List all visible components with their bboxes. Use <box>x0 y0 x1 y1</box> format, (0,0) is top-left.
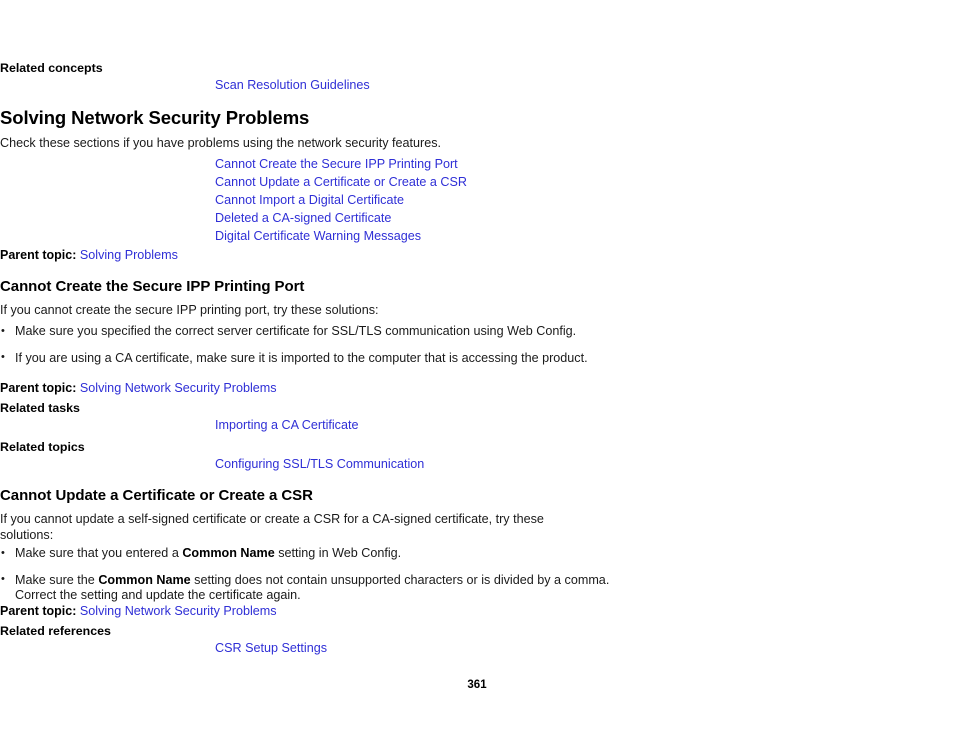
link-cannot-update-certificate-or-create-csr[interactable]: Cannot Update a Certificate or Create a … <box>215 173 467 191</box>
section-ipp-related-tasks: Related tasks Importing a CA Certificate <box>0 401 359 434</box>
page-title: Solving Network Security Problems <box>0 107 310 128</box>
section-csr-bullet-list: Make sure that you entered a Common Name… <box>0 546 615 604</box>
section-ipp-intro-wrap: If you cannot create the secure IPP prin… <box>0 303 379 319</box>
bullet-text-before: Make sure the <box>15 572 99 587</box>
related-references-heading: Related references <box>0 624 111 638</box>
section-csr-intro-wrap: If you cannot update a self-signed certi… <box>0 512 585 543</box>
section-main-link-list: Cannot Create the Secure IPP Printing Po… <box>0 155 467 245</box>
section-ipp-related-topics: Related topics Configuring SSL/TLS Commu… <box>0 440 424 473</box>
related-tasks-heading: Related tasks <box>0 401 80 415</box>
related-concepts-heading: Related concepts <box>0 61 103 75</box>
section-main-parent-topic-wrap: Parent topic: Solving Problems <box>0 247 178 263</box>
link-solving-network-security-problems[interactable]: Solving Network Security Problems <box>80 381 277 395</box>
section-ipp-bullet-list: Make sure you specified the correct serv… <box>0 324 588 366</box>
parent-topic-ipp: Parent topic: Solving Network Security P… <box>0 380 277 396</box>
section-csr-heading-wrap: Cannot Update a Certificate or Create a … <box>0 487 313 505</box>
link-cannot-create-secure-ipp-printing-port[interactable]: Cannot Create the Secure IPP Printing Po… <box>215 155 458 173</box>
section-csr-intro: If you cannot update a self-signed certi… <box>0 512 544 542</box>
link-cannot-import-digital-certificate[interactable]: Cannot Import a Digital Certificate <box>215 191 404 209</box>
link-configuring-ssl-tls-communication[interactable]: Configuring SSL/TLS Communication <box>215 455 424 473</box>
list-item: Make sure you specified the correct serv… <box>0 324 588 340</box>
parent-topic-main: Parent topic: Solving Problems <box>0 247 178 263</box>
link-deleted-ca-signed-certificate[interactable]: Deleted a CA-signed Certificate <box>215 209 391 227</box>
section-csr-related-references: Related references CSR Setup Settings <box>0 624 327 657</box>
list-item: If you are using a CA certificate, make … <box>0 350 588 367</box>
link-digital-certificate-warning-messages[interactable]: Digital Certificate Warning Messages <box>215 227 421 245</box>
list-item: Make sure the Common Name setting does n… <box>0 572 615 604</box>
link-csr-setup-settings[interactable]: CSR Setup Settings <box>215 639 327 657</box>
parent-topic-label: Parent topic: <box>0 248 77 262</box>
bullet-text-before: Make sure that you entered a <box>15 546 183 560</box>
section-main-intro-wrap: Check these sections if you have problem… <box>0 136 441 152</box>
document-page: Related concepts Scan Resolution Guideli… <box>0 0 954 738</box>
link-solving-problems[interactable]: Solving Problems <box>80 248 178 262</box>
section-main-intro: Check these sections if you have problem… <box>0 136 442 150</box>
page-number: 361 <box>467 679 487 691</box>
section-main-heading-wrap: Solving Network Security Problems <box>0 107 309 129</box>
section-ipp-parent-topic-wrap: Parent topic: Solving Network Security P… <box>0 380 277 396</box>
bullet-emphasis: Common Name <box>98 572 191 587</box>
parent-topic-label: Parent topic: <box>0 604 77 618</box>
section-csr-bullets-wrap: Make sure that you entered a Common Name… <box>0 546 615 604</box>
bullet-emphasis: Common Name <box>182 546 275 560</box>
related-concepts-block: Related concepts Scan Resolution Guideli… <box>0 61 370 94</box>
section-ipp-bullets-wrap: Make sure you specified the correct serv… <box>0 324 588 366</box>
list-item: Make sure that you entered a Common Name… <box>0 546 615 562</box>
link-solving-network-security-problems[interactable]: Solving Network Security Problems <box>80 604 277 618</box>
related-topics-heading: Related topics <box>0 440 85 454</box>
parent-topic-csr: Parent topic: Solving Network Security P… <box>0 603 277 619</box>
section-ipp-intro: If you cannot create the secure IPP prin… <box>0 303 379 317</box>
section-csr-heading: Cannot Update a Certificate or Create a … <box>0 487 313 504</box>
section-ipp-heading-wrap: Cannot Create the Secure IPP Printing Po… <box>0 278 304 296</box>
link-scan-resolution-guidelines[interactable]: Scan Resolution Guidelines <box>215 76 370 94</box>
bullet-text-after: setting in Web Config. <box>274 546 402 560</box>
parent-topic-label: Parent topic: <box>0 381 77 395</box>
section-ipp-heading: Cannot Create the Secure IPP Printing Po… <box>0 278 305 295</box>
section-csr-parent-topic-wrap: Parent topic: Solving Network Security P… <box>0 603 277 619</box>
link-importing-a-ca-certificate[interactable]: Importing a CA Certificate <box>215 416 359 434</box>
